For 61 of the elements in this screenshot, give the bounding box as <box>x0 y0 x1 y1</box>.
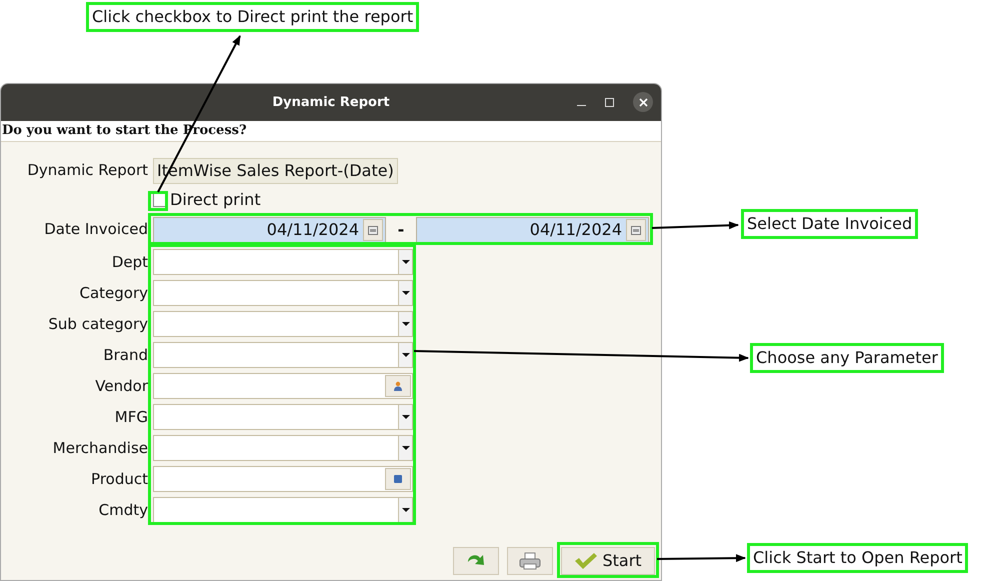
dropdown-field[interactable] <box>153 311 413 337</box>
callout-label: Click checkbox to Direct print the report <box>86 2 420 32</box>
caret-icon <box>402 353 410 357</box>
calendar-icon <box>368 226 378 234</box>
printer-icon <box>519 552 541 570</box>
field-label: Cmdty <box>98 500 148 521</box>
dropdown-field[interactable] <box>153 342 413 368</box>
dropdown-button[interactable] <box>398 405 412 429</box>
person-icon <box>394 381 402 391</box>
checkmark-icon <box>574 552 598 570</box>
dropdown-field[interactable] <box>153 249 413 275</box>
dropdown-button[interactable] <box>398 436 412 460</box>
calendar-button[interactable] <box>363 219 383 241</box>
dropdown-field[interactable] <box>153 497 413 523</box>
field-label: MFG <box>114 407 148 428</box>
print-button[interactable] <box>507 547 553 575</box>
lookup-button[interactable] <box>385 468 411 490</box>
lookup-field[interactable] <box>153 373 413 399</box>
lookup-button[interactable] <box>385 375 411 397</box>
dropdown-field[interactable] <box>153 435 413 461</box>
field-label: Brand <box>102 345 148 366</box>
refresh-button[interactable] <box>453 547 499 575</box>
calendar-button[interactable] <box>626 219 646 241</box>
dropdown-field[interactable] <box>153 404 413 430</box>
caret-icon <box>402 291 410 295</box>
date-field[interactable]: 04/11/2024 <box>416 217 649 243</box>
window-title: Dynamic Report <box>272 94 390 112</box>
field-label: Sub category <box>47 314 148 335</box>
field-label: Vendor <box>94 376 148 397</box>
start-button[interactable]: Start <box>561 547 655 575</box>
checkbox-label: Direct print <box>170 189 261 211</box>
dropdown-button[interactable] <box>398 281 412 305</box>
range-separator: - <box>396 219 406 241</box>
calendar-icon <box>631 226 641 234</box>
callout-label: Click Start to Open Report <box>747 543 968 573</box>
dropdown-button[interactable] <box>398 498 412 522</box>
date-field[interactable]: 04/11/2024 <box>153 217 386 243</box>
callout-label: Choose any Parameter <box>750 343 944 373</box>
dropdown-field[interactable] <box>153 280 413 306</box>
field-label: Date Invoiced <box>43 219 148 240</box>
dropdown-button[interactable] <box>398 343 412 367</box>
lookup-field[interactable] <box>153 466 413 492</box>
caret-icon <box>402 260 410 264</box>
highlight-frame <box>148 191 168 211</box>
field-label: Dynamic Report <box>26 160 148 181</box>
callout-label: Select Date Invoiced <box>741 209 918 239</box>
date-value: 04/11/2024 <box>528 219 623 241</box>
dropdown-button[interactable] <box>398 250 412 274</box>
field-label: Merchandise <box>52 438 148 459</box>
field-label: Product <box>90 469 148 490</box>
close-icon <box>638 98 648 106</box>
close-button[interactable] <box>633 92 653 112</box>
caret-icon <box>402 446 410 450</box>
caret-icon <box>402 322 410 326</box>
date-value: 04/11/2024 <box>266 219 360 241</box>
field-label: Dept <box>110 252 148 273</box>
caret-icon <box>402 508 410 512</box>
field-label: Category <box>78 283 148 304</box>
square-icon <box>394 475 402 483</box>
caret-icon <box>402 415 410 419</box>
dropdown-button[interactable] <box>398 312 412 336</box>
